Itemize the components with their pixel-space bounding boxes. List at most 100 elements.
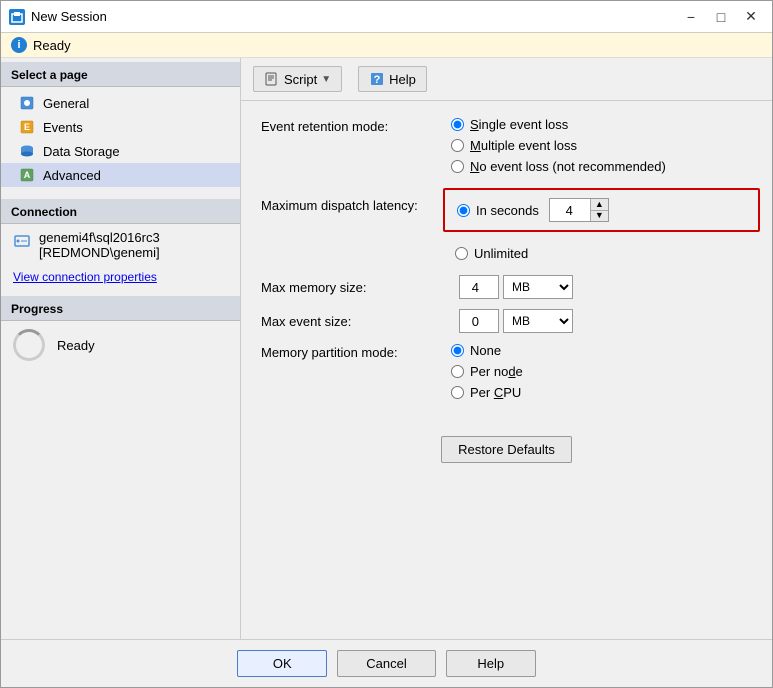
max-memory-input[interactable]: 4 bbox=[459, 275, 499, 299]
script-button[interactable]: Script ▼ bbox=[253, 66, 342, 92]
dispatch-unlimited-radio[interactable] bbox=[455, 247, 468, 260]
partition-pernode-radio[interactable] bbox=[451, 365, 464, 378]
advanced-icon: A bbox=[19, 167, 35, 183]
partition-pernode-option[interactable]: Per node bbox=[451, 364, 523, 379]
connection-info: genemi4f\sql2016rc3 [REDMOND\genemi] bbox=[1, 224, 240, 266]
form-area: Event retention mode: Single event loss … bbox=[241, 101, 772, 639]
view-connection-link[interactable]: View connection properties bbox=[1, 266, 240, 288]
spinbox-down-button[interactable]: ▼ bbox=[591, 210, 608, 222]
help-icon: ? bbox=[369, 71, 385, 87]
maximize-button[interactable]: □ bbox=[708, 6, 734, 28]
progress-status: Ready bbox=[57, 338, 95, 353]
select-page-label: Select a page bbox=[1, 62, 240, 87]
partition-none-label: None bbox=[470, 343, 501, 358]
dispatch-seconds-option[interactable]: In seconds bbox=[457, 203, 539, 218]
connection-section: Connection genemi4f\sql2016rc3 [REDMOND\… bbox=[1, 199, 240, 288]
max-memory-controls: 4 MB KB GB bbox=[459, 275, 573, 299]
memory-partition-controls: None Per node Per CPU bbox=[451, 343, 523, 400]
dispatch-value-input[interactable]: 4 bbox=[550, 199, 590, 221]
partition-percpu-radio[interactable] bbox=[451, 386, 464, 399]
event-retention-controls: Single event loss Multiple event loss No… bbox=[451, 117, 666, 174]
retention-multiple-option[interactable]: Multiple event loss bbox=[451, 138, 666, 153]
partition-percpu-option[interactable]: Per CPU bbox=[451, 385, 523, 400]
spinbox-up-button[interactable]: ▲ bbox=[591, 199, 608, 210]
sidebar: Select a page General E Events bbox=[1, 58, 241, 639]
retention-none-option[interactable]: No event loss (not recommended) bbox=[451, 159, 666, 174]
sidebar-item-events[interactable]: E Events bbox=[1, 115, 240, 139]
svg-text:E: E bbox=[24, 122, 30, 132]
restore-defaults-button[interactable]: Restore Defaults bbox=[441, 436, 572, 463]
help-bottom-button[interactable]: Help bbox=[446, 650, 536, 677]
retention-multiple-radio[interactable] bbox=[451, 139, 464, 152]
toolbar: Script ▼ ? Help bbox=[241, 58, 772, 101]
main-window: New Session − □ ✕ i Ready Select a page bbox=[0, 0, 773, 688]
max-event-input[interactable]: 0 bbox=[459, 309, 499, 333]
connection-user: [REDMOND\genemi] bbox=[39, 245, 160, 260]
sidebar-item-general-label: General bbox=[43, 96, 89, 111]
info-icon: i bbox=[11, 37, 27, 53]
partition-none-option[interactable]: None bbox=[451, 343, 523, 358]
server-icon bbox=[13, 232, 31, 250]
retention-single-option[interactable]: Single event loss bbox=[451, 117, 666, 132]
dispatch-seconds-radio[interactable] bbox=[457, 204, 470, 217]
script-label: Script bbox=[284, 72, 317, 87]
sidebar-item-datastorage[interactable]: Data Storage bbox=[1, 139, 240, 163]
script-dropdown-arrow: ▼ bbox=[321, 74, 331, 85]
retention-multiple-label: Multiple event loss bbox=[470, 138, 577, 153]
bottom-bar: OK Cancel Help bbox=[1, 639, 772, 687]
general-icon bbox=[19, 95, 35, 111]
help-button[interactable]: ? Help bbox=[358, 66, 427, 92]
main-content: Script ▼ ? Help Event retention mode: bbox=[241, 58, 772, 639]
retention-single-radio[interactable] bbox=[451, 118, 464, 131]
spinbox-buttons: ▲ ▼ bbox=[590, 199, 608, 221]
events-icon: E bbox=[19, 119, 35, 135]
svg-text:?: ? bbox=[374, 74, 381, 86]
window-title: New Session bbox=[31, 9, 107, 24]
sidebar-item-general[interactable]: General bbox=[1, 91, 240, 115]
ok-button[interactable]: OK bbox=[237, 650, 327, 677]
help-toolbar-label: Help bbox=[389, 72, 416, 87]
sidebar-item-advanced[interactable]: A Advanced bbox=[1, 163, 240, 187]
connection-label: Connection bbox=[1, 199, 240, 224]
max-event-row: Max event size: 0 MB KB GB bbox=[261, 309, 752, 333]
connection-text: genemi4f\sql2016rc3 [REDMOND\genemi] bbox=[39, 230, 160, 260]
memory-partition-label: Memory partition mode: bbox=[261, 343, 451, 360]
sidebar-item-events-label: Events bbox=[43, 120, 83, 135]
restore-defaults-container: Restore Defaults bbox=[261, 420, 752, 463]
progress-label: Progress bbox=[1, 296, 240, 321]
title-bar-buttons: − □ ✕ bbox=[678, 6, 764, 28]
top-status-bar: i Ready bbox=[1, 33, 772, 58]
title-bar-left: New Session bbox=[9, 9, 107, 25]
minimize-button[interactable]: − bbox=[678, 6, 704, 28]
progress-content: Ready bbox=[1, 321, 240, 369]
max-memory-label: Max memory size: bbox=[261, 280, 451, 295]
max-event-controls: 0 MB KB GB bbox=[459, 309, 573, 333]
retention-none-radio[interactable] bbox=[451, 160, 464, 173]
dispatch-unlimited-option[interactable]: Unlimited bbox=[451, 246, 752, 261]
max-dispatch-label: Maximum dispatch latency: bbox=[261, 188, 451, 213]
partition-percpu-label: Per CPU bbox=[470, 385, 521, 400]
progress-section: Progress Ready bbox=[1, 296, 240, 369]
partition-none-radio[interactable] bbox=[451, 344, 464, 357]
max-memory-row: Max memory size: 4 MB KB GB bbox=[261, 275, 752, 299]
retention-none-label: No event loss (not recommended) bbox=[470, 159, 666, 174]
event-retention-row: Event retention mode: Single event loss … bbox=[261, 117, 752, 174]
window-icon bbox=[9, 9, 25, 25]
retention-single-label: Single event loss bbox=[470, 117, 568, 132]
max-memory-unit-select[interactable]: MB KB GB bbox=[503, 275, 573, 299]
close-button[interactable]: ✕ bbox=[738, 6, 764, 28]
partition-pernode-label: Per node bbox=[470, 364, 523, 379]
cancel-button[interactable]: Cancel bbox=[337, 650, 435, 677]
sidebar-item-advanced-label: Advanced bbox=[43, 168, 101, 183]
spinner-icon bbox=[13, 329, 45, 361]
dispatch-highlighted-row: In seconds 4 ▲ ▼ bbox=[443, 188, 760, 232]
connection-server: genemi4f\sql2016rc3 bbox=[39, 230, 160, 245]
max-event-unit-select[interactable]: MB KB GB bbox=[503, 309, 573, 333]
dispatch-unlimited-label: Unlimited bbox=[474, 246, 528, 261]
event-retention-label: Event retention mode: bbox=[261, 117, 451, 134]
top-status-text: Ready bbox=[33, 38, 71, 53]
memory-partition-row: Memory partition mode: None Per node bbox=[261, 343, 752, 400]
max-event-label: Max event size: bbox=[261, 314, 451, 329]
svg-text:A: A bbox=[24, 170, 31, 180]
dispatch-controls: In seconds 4 ▲ ▼ bbox=[457, 198, 609, 222]
